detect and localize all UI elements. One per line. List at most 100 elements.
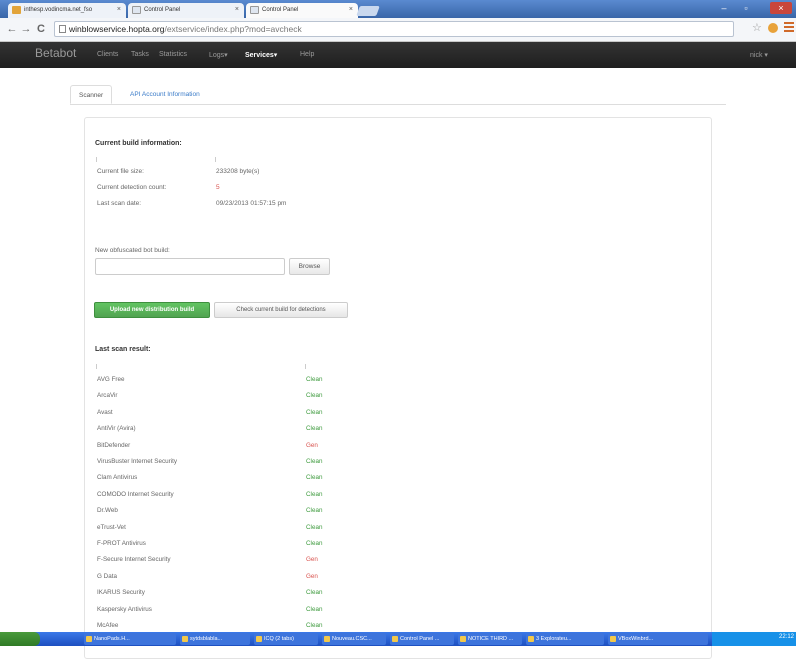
tab-api-account[interactable]: API Account Information	[122, 85, 208, 104]
new-tab-button[interactable]	[356, 6, 380, 16]
file-size-label: Current file size:	[97, 168, 144, 175]
antivirus-name: AntiVir (Avira)	[97, 425, 136, 433]
page-icon	[132, 6, 141, 14]
antivirus-name: VirusBuster Internet Security	[97, 458, 178, 465]
tab-scanner[interactable]: Scanner	[70, 85, 113, 104]
taskbar-item[interactable]: ICQ (2 tabs)	[254, 633, 318, 645]
divider	[215, 157, 216, 162]
divider	[305, 364, 306, 369]
clock: 22:12	[778, 634, 794, 640]
antivirus-name: COMODO Internet Security	[97, 490, 174, 498]
menu-icon[interactable]	[784, 22, 794, 34]
bookmark-star-icon[interactable]: ☆	[752, 21, 762, 34]
app-icon	[392, 636, 398, 642]
scan-result-row: IKARUS Security Clean	[97, 586, 357, 602]
browser-tab-1[interactable]: inthesp.vodincma.net_fso ×	[8, 3, 126, 18]
app-icon	[256, 636, 262, 642]
scan-result-row: Kaspersky Antivirus Clean	[97, 603, 357, 619]
nav-help[interactable]: Help	[300, 51, 314, 58]
scan-result-status: Clean	[306, 589, 323, 597]
browser-tab-label: Control Panel	[262, 7, 299, 13]
file-size-value: 233208 byte(s)	[216, 168, 260, 175]
upload-label: New obfuscated bot build:	[95, 247, 170, 254]
taskbar-item[interactable]: Nouveau.CSC...	[322, 633, 386, 645]
browser-tab-3[interactable]: Control Panel ×	[246, 3, 358, 18]
scan-result-status: Clean	[306, 458, 323, 465]
app-icon	[610, 636, 616, 642]
nav-statistics[interactable]: Statistics	[159, 51, 187, 58]
app-icon	[182, 636, 188, 642]
antivirus-name: McAfee	[97, 622, 119, 629]
taskbar-item[interactable]: VBoxWinbrd...	[608, 633, 708, 645]
user-menu[interactable]: nick ▾	[750, 51, 768, 59]
forward-arrow-icon[interactable]: →	[20, 22, 32, 36]
scan-result-heading: Last scan result:	[95, 346, 151, 353]
close-icon[interactable]: ×	[235, 3, 239, 17]
reload-icon[interactable]: C	[35, 22, 47, 36]
brand-logo[interactable]: Betabot	[35, 46, 76, 60]
nav-clients[interactable]: Clients	[97, 51, 118, 58]
taskbar-item-label: Control Panel ...	[400, 636, 440, 642]
upload-build-button[interactable]: Upload new distribution build	[94, 302, 210, 318]
scan-result-row: ArcaVir Clean	[97, 389, 357, 405]
taskbar-item[interactable]: Control Panel ...	[390, 633, 454, 645]
taskbar-item-label: NanoPads.H...	[94, 636, 130, 642]
browser-toolbar: ← → C winblowservice.hopta.org/extservic…	[0, 18, 796, 42]
address-bar[interactable]: winblowservice.hopta.org/extservice/inde…	[54, 21, 734, 37]
scan-result-status: Gen	[306, 556, 318, 564]
taskbar-item[interactable]: 3 Explorateu...	[526, 633, 604, 645]
extension-icon[interactable]	[768, 23, 778, 33]
url-path: /extservice/index.php?mod=avcheck	[164, 24, 302, 34]
nav-tasks[interactable]: Tasks	[131, 51, 149, 58]
scan-result-row: AntiVir (Avira) Clean	[97, 422, 357, 438]
nav-logs[interactable]: Logs▾	[209, 51, 228, 59]
system-tray: 22:12	[712, 632, 796, 646]
close-icon[interactable]: ×	[349, 3, 353, 17]
scan-result-row: Avast Clean	[97, 406, 357, 422]
back-arrow-icon[interactable]: ←	[6, 22, 18, 36]
scan-result-status: Clean	[306, 605, 323, 613]
build-info-heading: Current build information:	[95, 140, 182, 147]
taskbar-item-label: 3 Explorateu...	[536, 636, 572, 642]
maximize-icon[interactable]: ▫	[736, 2, 756, 14]
scan-result-row: BitDefender Gen	[97, 439, 357, 455]
browser-tab-2[interactable]: Control Panel ×	[128, 3, 244, 18]
taskbar-item[interactable]: sytdsblabla...	[180, 633, 250, 645]
taskbar-item-label: sytdsblabla...	[190, 636, 223, 642]
scan-result-status: Gen	[306, 441, 318, 449]
taskbar-item[interactable]: NOTICE THIRD ...	[458, 633, 522, 645]
taskbar-item-label: Nouveau.CSC...	[332, 636, 372, 642]
antivirus-name: IKARUS Security	[97, 589, 145, 597]
scan-result-status: Clean	[306, 425, 323, 433]
detection-count-label: Current detection count:	[97, 184, 167, 191]
scan-result-row: F-PROT Antivirus Clean	[97, 537, 357, 553]
site-navbar: Betabot Clients Tasks Statistics Logs▾ S…	[0, 42, 796, 68]
scan-result-row: COMODO Internet Security Clean	[97, 488, 357, 504]
antivirus-name: Dr.Web	[97, 507, 118, 515]
minimize-icon[interactable]: –	[714, 2, 734, 14]
app-icon	[86, 636, 92, 642]
nav-services[interactable]: Services▾	[245, 51, 277, 59]
taskbar-item[interactable]: NanoPads.H...	[84, 633, 176, 645]
scan-result-status: Clean	[306, 408, 323, 416]
app-icon	[460, 636, 466, 642]
check-detections-button[interactable]: Check current build for detections	[214, 302, 348, 318]
scan-result-row: F-Secure Internet Security Gen	[97, 553, 357, 569]
start-button[interactable]	[0, 632, 40, 646]
scan-result-status: Clean	[306, 622, 323, 629]
browse-button[interactable]: Browse	[289, 258, 330, 275]
antivirus-name: BitDefender	[97, 441, 131, 449]
scan-result-row: Dr.Web Clean	[97, 504, 357, 520]
browser-tab-label: Control Panel	[144, 7, 181, 13]
window-close-icon[interactable]: ×	[770, 2, 792, 14]
scan-result-row: Clam Antivirus Clean	[97, 471, 357, 487]
divider	[96, 364, 97, 369]
close-icon[interactable]: ×	[117, 3, 121, 17]
app-icon	[528, 636, 534, 642]
last-scan-date-label: Last scan date:	[97, 200, 142, 207]
file-path-input[interactable]	[95, 258, 285, 275]
scan-result-status: Clean	[306, 474, 323, 482]
scan-result-status: Gen	[306, 572, 318, 580]
taskbar-item-label: VBoxWinbrd...	[618, 636, 654, 642]
antivirus-name: F-PROT Antivirus	[97, 540, 146, 547]
